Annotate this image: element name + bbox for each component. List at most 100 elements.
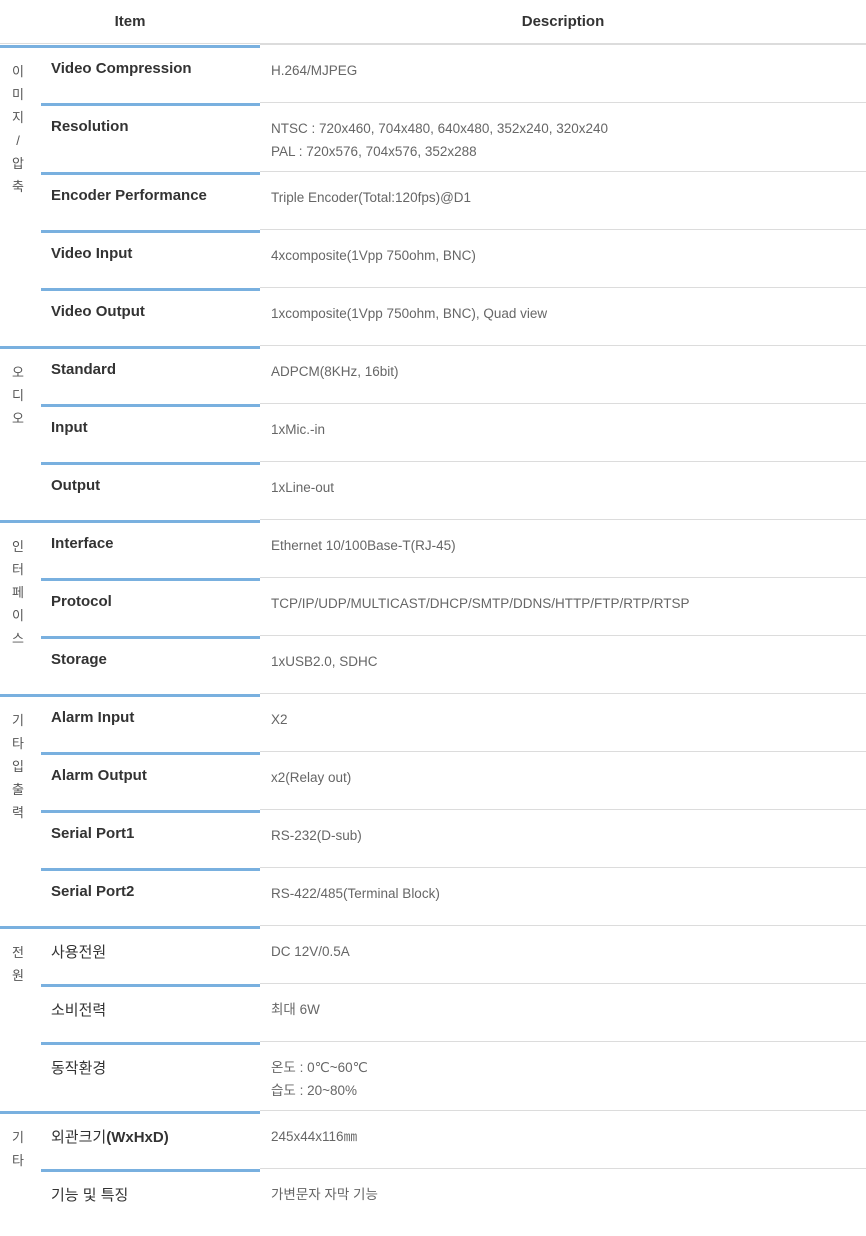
row-divider [41, 230, 260, 233]
item-description: RS-232(D-sub) [271, 824, 861, 847]
row-divider [41, 868, 260, 871]
row-divider [41, 578, 260, 581]
category-char: 터 [12, 562, 24, 577]
description-line: X2 [271, 712, 288, 727]
description-line: 1xLine-out [271, 480, 335, 495]
category-label: 이 미 지 / 압 축 [0, 60, 36, 198]
row-line [260, 461, 866, 462]
item-label: Alarm Input [51, 709, 135, 726]
group-divider [0, 520, 260, 523]
item-label: Video Output [51, 303, 145, 320]
row-line [260, 287, 866, 288]
item-description: ADPCM(8KHz, 16bit) [271, 360, 861, 383]
item-description: X2 [271, 708, 861, 731]
category-char: 타 [12, 736, 24, 751]
item-label: Resolution [51, 118, 129, 135]
description-line: 1xMic.-in [271, 422, 326, 437]
category-char: 이 [12, 64, 24, 79]
row-line [260, 693, 866, 694]
item-description: 4xcomposite(1Vpp 750ohm, BNC) [271, 244, 861, 267]
category-char: 원 [12, 968, 24, 983]
description-line: ADPCM(8KHz, 16bit) [271, 364, 399, 379]
category-char: 기 [12, 713, 24, 728]
item-label: 외관크기(WxHxD) [51, 1126, 256, 1147]
row-line [260, 44, 866, 45]
item-description: 1xUSB2.0, SDHC [271, 650, 861, 673]
category-char: 인 [12, 539, 24, 554]
category-label: 인터페이스 [0, 535, 36, 650]
row-divider [41, 404, 260, 407]
description-line: NTSC : 720x460, 704x480, 640x480, 352x24… [271, 121, 608, 136]
category-char: 압 [12, 156, 24, 171]
row-line [260, 867, 866, 868]
description-line: 4xcomposite(1Vpp 750ohm, BNC) [271, 248, 476, 263]
item-description: 1xLine-out [271, 476, 861, 499]
category-char: 디 [12, 388, 24, 403]
item-label: Output [51, 477, 101, 494]
row-divider [41, 288, 260, 291]
group-divider [0, 1111, 260, 1114]
item-description: x2(Relay out) [271, 766, 861, 789]
item-label: Storage [51, 651, 107, 668]
item-description: Triple Encoder(Total:120fps)@D1 [271, 186, 861, 209]
item-description: 가변문자 자막 기능 [271, 1183, 861, 1206]
item-description: Ethernet 10/100Base-T(RJ-45) [271, 534, 861, 557]
row-divider [41, 1042, 260, 1045]
row-divider [41, 636, 260, 639]
category-label: 오디오 [0, 361, 36, 430]
row-divider [41, 462, 260, 465]
description-line: Triple Encoder(Total:120fps)@D1 [271, 190, 472, 205]
row-line [260, 635, 866, 636]
item-column-header: Item [114, 13, 146, 30]
category-char: 미 [12, 87, 24, 102]
row-divider [41, 984, 260, 987]
category-label: 기타 [0, 1126, 36, 1172]
description-line: 습도 : 20~80% [271, 1083, 358, 1098]
description-line: RS-422/485(Terminal Block) [271, 886, 440, 901]
item-description: 245x44x116㎜ [271, 1125, 861, 1148]
category-char: 력 [12, 805, 24, 820]
item-label: Alarm Output [51, 767, 147, 784]
description-line: H.264/MJPEG [271, 63, 358, 78]
item-label: Video Input [51, 245, 133, 262]
item-label-suffix: (WxHxD) [106, 1129, 169, 1146]
category-char: 스 [12, 631, 24, 646]
item-label: Interface [51, 535, 114, 552]
description-line: TCP/IP/UDP/MULTICAST/DHCP/SMTP/DDNS/HTTP… [271, 596, 690, 611]
item-description: 1xMic.-in [271, 418, 861, 441]
item-label: Protocol [51, 593, 112, 610]
row-line [260, 171, 866, 172]
row-line [260, 403, 866, 404]
item-description: 1xcomposite(1Vpp 750ohm, BNC), Quad view [271, 302, 861, 325]
row-line [260, 809, 866, 810]
description-line: 가변문자 자막 기능 [271, 1187, 378, 1202]
item-label: Input [51, 419, 88, 436]
description-line: 1xcomposite(1Vpp 750ohm, BNC), Quad view [271, 306, 548, 321]
row-divider [41, 752, 260, 755]
category-char: 타 [12, 1153, 24, 1168]
category-char: 입 [12, 759, 24, 774]
row-line [260, 751, 866, 752]
row-divider [41, 1169, 260, 1172]
item-description: 온도 : 0℃~60℃ 습도 : 20~80% [271, 1056, 861, 1102]
item-label: 기능 및 특징 [51, 1187, 129, 1204]
description-line: Ethernet 10/100Base-T(RJ-45) [271, 538, 456, 553]
description-line: x2(Relay out) [271, 770, 352, 785]
category-char: 출 [12, 782, 24, 797]
category-char: 전 [12, 945, 24, 960]
item-description: NTSC : 720x460, 704x480, 640x480, 352x24… [271, 117, 861, 163]
row-line [260, 102, 866, 103]
category-char: 지 [12, 110, 24, 125]
row-line [260, 983, 866, 984]
category-char: 축 [12, 179, 24, 194]
item-label: 소비전력 [51, 1002, 107, 1019]
item-label: Video Compression [51, 60, 192, 77]
item-label: Encoder Performance [51, 187, 207, 204]
item-description: DC 12V/0.5A [271, 940, 861, 963]
item-label: Standard [51, 361, 117, 378]
item-description: H.264/MJPEG [271, 59, 861, 82]
group-divider [0, 926, 260, 929]
item-description: 최대 6W [271, 998, 861, 1021]
row-line [260, 925, 866, 926]
row-divider [41, 172, 260, 175]
